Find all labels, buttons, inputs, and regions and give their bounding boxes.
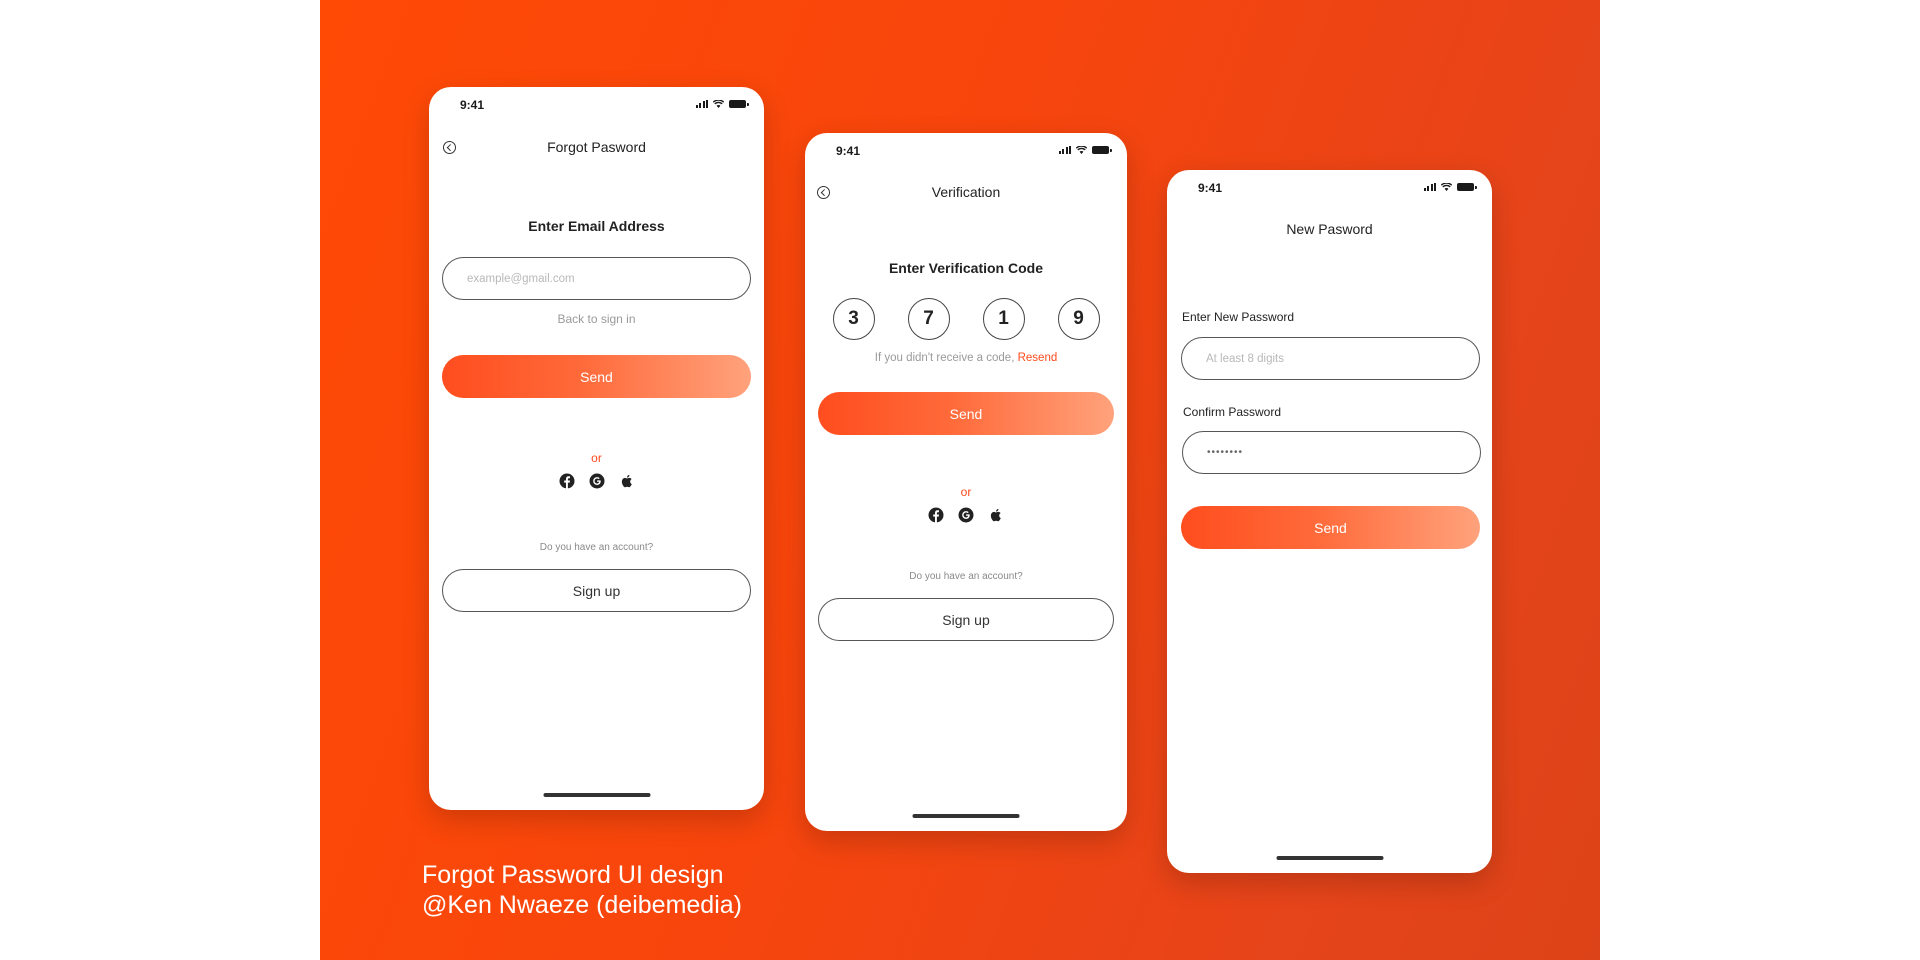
screen-title: New Pasword: [1286, 221, 1373, 237]
battery-icon: [1092, 146, 1112, 154]
signal-icon: [695, 100, 708, 108]
send-button[interactable]: Send: [442, 355, 751, 398]
status-time: 9:41: [836, 144, 861, 158]
enter-email-heading: Enter Email Address: [528, 218, 665, 234]
caption-title: Forgot Password UI design: [422, 861, 724, 889]
sign-up-button[interactable]: Sign up: [442, 569, 751, 612]
otp-code-row: 3 7 1 9: [805, 298, 1127, 340]
design-caption: Forgot Password UI design @Ken Nwaeze (d…: [422, 860, 742, 920]
wifi-icon: [1441, 183, 1452, 191]
status-time: 9:41: [460, 98, 485, 112]
status-bar: 9:41: [1167, 170, 1492, 206]
social-login-row: [805, 507, 1127, 523]
new-password-input[interactable]: At least 8 digits: [1181, 337, 1480, 380]
email-input[interactable]: example@gmail.com: [442, 257, 751, 300]
signal-icon: [1058, 146, 1071, 154]
phone-forgot-password: 9:41 Forgot Pasword Enter Email Address …: [429, 87, 764, 810]
status-icons: [695, 100, 749, 108]
home-indicator: [1276, 856, 1383, 860]
apple-icon[interactable]: [619, 473, 635, 489]
confirm-password-input[interactable]: ••••••••: [1182, 431, 1481, 474]
send-button[interactable]: Send: [818, 392, 1114, 435]
send-button[interactable]: Send: [1181, 506, 1480, 549]
status-icons: [1058, 146, 1112, 154]
wifi-icon: [713, 100, 724, 108]
resend-link[interactable]: Resend: [1018, 352, 1058, 364]
account-prompt: Do you have an account?: [909, 571, 1023, 582]
signal-icon: [1423, 183, 1436, 191]
otp-digit-3[interactable]: 1: [982, 298, 1025, 340]
status-icons: [1423, 183, 1477, 191]
status-bar: 9:41: [805, 133, 1127, 169]
screen-title: Verification: [931, 184, 1001, 200]
otp-digit-2[interactable]: 7: [907, 298, 950, 340]
battery-icon: [729, 100, 749, 108]
apple-icon[interactable]: [988, 507, 1004, 523]
status-time: 9:41: [1198, 181, 1223, 195]
home-indicator: [912, 814, 1020, 818]
resend-prompt: If you didn't receive a code, Resend: [805, 352, 1127, 364]
or-divider: or: [960, 485, 972, 499]
battery-icon: [1457, 183, 1477, 191]
wifi-icon: [1076, 146, 1087, 154]
account-prompt: Do you have an account?: [539, 542, 654, 553]
back-to-sign-in-link[interactable]: Back to sign in: [429, 312, 764, 326]
screen-title: Forgot Pasword: [547, 139, 646, 155]
enter-code-heading: Enter Verification Code: [888, 260, 1044, 276]
resend-prompt-text: If you didn't receive a code,: [874, 352, 1018, 364]
sign-up-button[interactable]: Sign up: [818, 598, 1114, 641]
home-indicator: [543, 793, 650, 797]
otp-digit-1[interactable]: 3: [832, 298, 875, 340]
phone-new-password: 9:41 New Pasword Enter New Password At l…: [1167, 170, 1492, 873]
social-login-row: [429, 473, 764, 489]
facebook-icon[interactable]: [928, 507, 944, 523]
facebook-icon[interactable]: [559, 473, 575, 489]
confirm-password-label: Confirm Password: [1183, 405, 1282, 419]
caption-author: @Ken Nwaeze (deibemedia): [422, 891, 742, 919]
otp-digit-4[interactable]: 9: [1057, 298, 1100, 340]
google-icon[interactable]: [958, 507, 974, 523]
new-password-label: Enter New Password: [1182, 310, 1295, 324]
or-divider: or: [591, 451, 602, 465]
google-icon[interactable]: [589, 473, 605, 489]
status-bar: 9:41: [429, 87, 764, 123]
phone-verification: 9:41 Verification Enter Verification Cod…: [805, 133, 1127, 831]
